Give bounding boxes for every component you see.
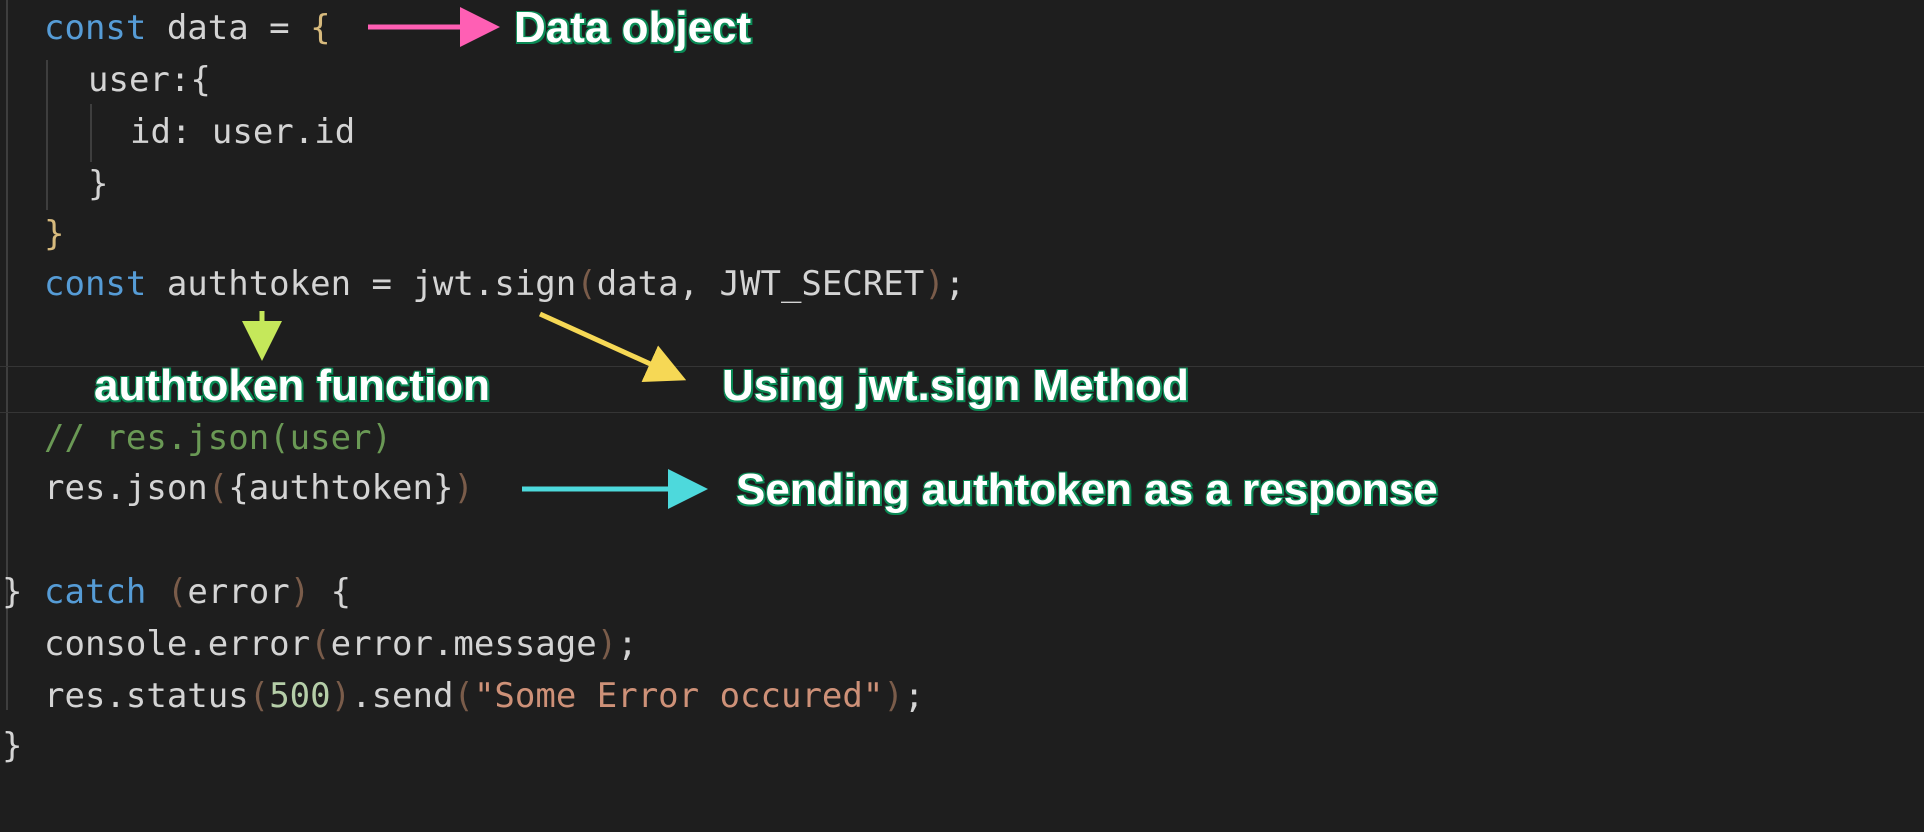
label-authtoken-function: authtoken function xyxy=(94,361,490,410)
label-jwt-sign: Using jwt.sign Method xyxy=(722,361,1189,410)
arrow-yellow-diagonal-icon xyxy=(538,311,687,382)
label-data-object: Data object xyxy=(514,3,752,52)
annotation-arrows xyxy=(242,7,708,509)
label-sending-authtoken: Sending authtoken as a response xyxy=(736,465,1438,514)
